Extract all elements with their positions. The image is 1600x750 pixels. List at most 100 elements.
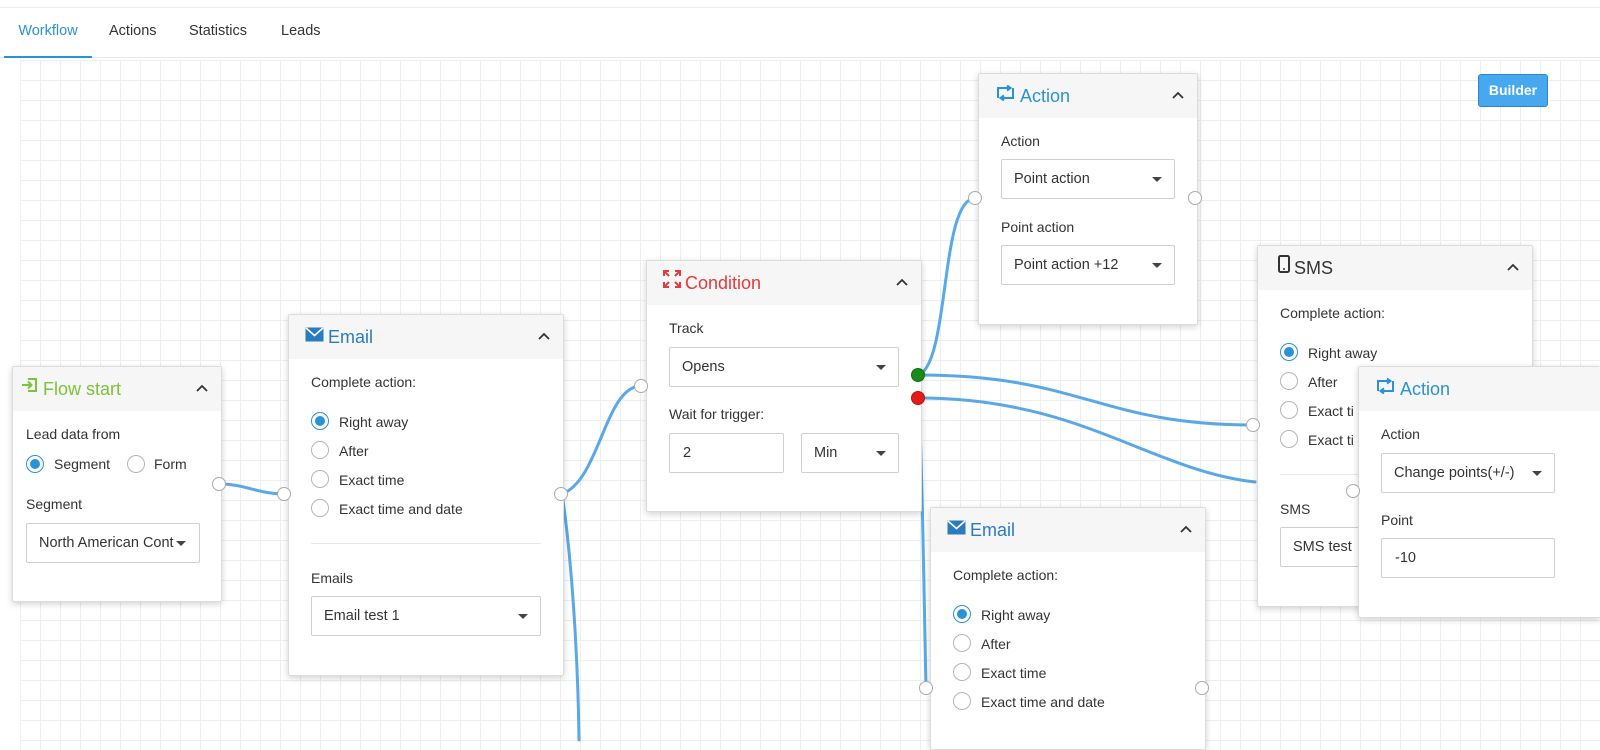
enter-icon bbox=[21, 366, 39, 410]
emails-select[interactable]: Email test 1 bbox=[311, 596, 541, 636]
chevron-up-icon[interactable] bbox=[535, 328, 553, 346]
caret-down-icon bbox=[876, 365, 886, 370]
sms-value: SMS test bbox=[1293, 539, 1352, 555]
caret-down-icon bbox=[1532, 471, 1542, 476]
sms-input-port[interactable] bbox=[1246, 418, 1260, 432]
node-title: Flow start bbox=[43, 379, 122, 399]
action-label: Action bbox=[1001, 133, 1040, 149]
condition-yes-port[interactable] bbox=[911, 368, 925, 382]
emails-value: Email test 1 bbox=[324, 608, 400, 624]
builder-button[interactable]: Builder bbox=[1478, 74, 1548, 107]
radio-exact-time[interactable] bbox=[1280, 401, 1298, 419]
node-title: SMS bbox=[1294, 258, 1334, 278]
radio-label: Right away bbox=[339, 414, 409, 430]
lead-data-label: Lead data from bbox=[26, 426, 121, 442]
action-node-2[interactable]: Action Action Change points(+/-) Point -… bbox=[1358, 366, 1600, 618]
radio-after[interactable] bbox=[1280, 372, 1298, 390]
node-title: Email bbox=[328, 327, 374, 347]
tab-workflow[interactable]: Workflow bbox=[4, 8, 92, 58]
caret-down-icon bbox=[176, 541, 186, 546]
point-input[interactable]: -10 bbox=[1381, 538, 1555, 578]
email2-output-port[interactable] bbox=[1195, 681, 1209, 695]
complete-action-label: Complete action: bbox=[1280, 305, 1386, 321]
flow-start-output-port[interactable] bbox=[212, 477, 226, 491]
mobile-phone-icon bbox=[1278, 245, 1290, 289]
emails-label: Emails bbox=[311, 570, 354, 586]
action-label: Action bbox=[1381, 426, 1420, 442]
chevron-up-icon[interactable] bbox=[193, 380, 211, 398]
action-value: Point action bbox=[1014, 171, 1090, 187]
action-node[interactable]: Action Action Point action Point action … bbox=[978, 73, 1198, 325]
envelope-icon bbox=[305, 314, 324, 358]
radio-exact-time[interactable] bbox=[953, 663, 971, 681]
action-output-port[interactable] bbox=[1188, 191, 1202, 205]
point-action-select[interactable]: Point action +12 bbox=[1001, 245, 1175, 285]
email-output-port[interactable] bbox=[554, 487, 568, 501]
radio-right-away[interactable] bbox=[1280, 343, 1298, 361]
radio-segment[interactable] bbox=[26, 455, 44, 473]
complete-action-label: Complete action: bbox=[953, 567, 1059, 583]
wait-unit-value: Min bbox=[814, 445, 838, 461]
action-input-port[interactable] bbox=[968, 191, 982, 205]
radio-label: Right away bbox=[1308, 345, 1378, 361]
radio-after[interactable] bbox=[311, 441, 329, 459]
caret-down-icon bbox=[876, 451, 886, 456]
tab-statistics[interactable]: Statistics bbox=[189, 8, 247, 58]
track-select[interactable]: Opens bbox=[669, 347, 899, 387]
radio-label: After bbox=[981, 636, 1011, 652]
email-input-port[interactable] bbox=[277, 487, 291, 501]
track-value: Opens bbox=[682, 359, 725, 375]
wait-label: Wait for trigger: bbox=[669, 406, 765, 422]
node-header: Flow start bbox=[13, 367, 221, 411]
flow-start-node[interactable]: Flow start Lead data from Segment Form S… bbox=[12, 366, 222, 602]
chevron-up-icon[interactable] bbox=[1177, 521, 1195, 539]
email-node-2[interactable]: Email Complete action: Right away After … bbox=[930, 507, 1206, 750]
node-header: Action bbox=[979, 74, 1197, 118]
condition-input-port[interactable] bbox=[634, 379, 648, 393]
repeat-icon bbox=[995, 73, 1016, 117]
radio-right-away[interactable] bbox=[311, 412, 329, 430]
sms-label: SMS bbox=[1280, 501, 1311, 517]
radio-label: Exact ti bbox=[1308, 432, 1354, 448]
wait-value-input[interactable]: 2 bbox=[669, 433, 784, 473]
tab-bar: Workflow Actions Statistics Leads bbox=[0, 8, 1600, 58]
radio-exact-time-date[interactable] bbox=[953, 692, 971, 710]
condition-node[interactable]: Condition Track Opens Wait for trigger: … bbox=[646, 260, 922, 512]
caret-down-icon bbox=[518, 614, 528, 619]
action-value: Change points(+/-) bbox=[1394, 465, 1515, 481]
node-title: Action bbox=[1020, 86, 1071, 106]
email2-input-port[interactable] bbox=[919, 681, 933, 695]
radio-exact-time[interactable] bbox=[311, 470, 329, 488]
node-title: Condition bbox=[685, 273, 762, 293]
radio-exact-time-date[interactable] bbox=[1280, 430, 1298, 448]
radio-label: After bbox=[1308, 374, 1338, 390]
track-label: Track bbox=[669, 320, 704, 336]
point-action-value: Point action +12 bbox=[1014, 257, 1119, 273]
radio-after[interactable] bbox=[953, 634, 971, 652]
email-node[interactable]: Email Complete action: Right away After … bbox=[288, 314, 564, 676]
complete-action-label: Complete action: bbox=[311, 374, 417, 390]
sms-output-port[interactable] bbox=[1346, 484, 1360, 498]
radio-label-form: Form bbox=[154, 456, 187, 472]
node-title: Email bbox=[970, 520, 1016, 540]
chevron-up-icon[interactable] bbox=[893, 274, 911, 292]
node-header: SMS bbox=[1258, 246, 1532, 290]
chevron-up-icon[interactable] bbox=[1504, 259, 1522, 277]
radio-exact-time-date[interactable] bbox=[311, 499, 329, 517]
node-title: Action bbox=[1400, 379, 1451, 399]
action-select[interactable]: Point action bbox=[1001, 159, 1175, 199]
radio-form[interactable] bbox=[127, 455, 145, 473]
point-action-label: Point action bbox=[1001, 219, 1075, 235]
condition-no-port[interactable] bbox=[911, 391, 925, 405]
node-header: Action bbox=[1359, 367, 1600, 411]
radio-right-away[interactable] bbox=[953, 605, 971, 623]
node-header: Email bbox=[931, 508, 1205, 552]
chevron-up-icon[interactable] bbox=[1169, 87, 1187, 105]
node-header: Condition bbox=[647, 261, 921, 305]
wait-unit-select[interactable]: Min bbox=[801, 433, 899, 473]
tab-actions[interactable]: Actions bbox=[109, 8, 157, 58]
action-select[interactable]: Change points(+/-) bbox=[1381, 453, 1555, 493]
segment-select[interactable]: North American Cont bbox=[26, 523, 200, 563]
tab-leads[interactable]: Leads bbox=[281, 8, 321, 58]
point-label: Point bbox=[1381, 512, 1413, 528]
